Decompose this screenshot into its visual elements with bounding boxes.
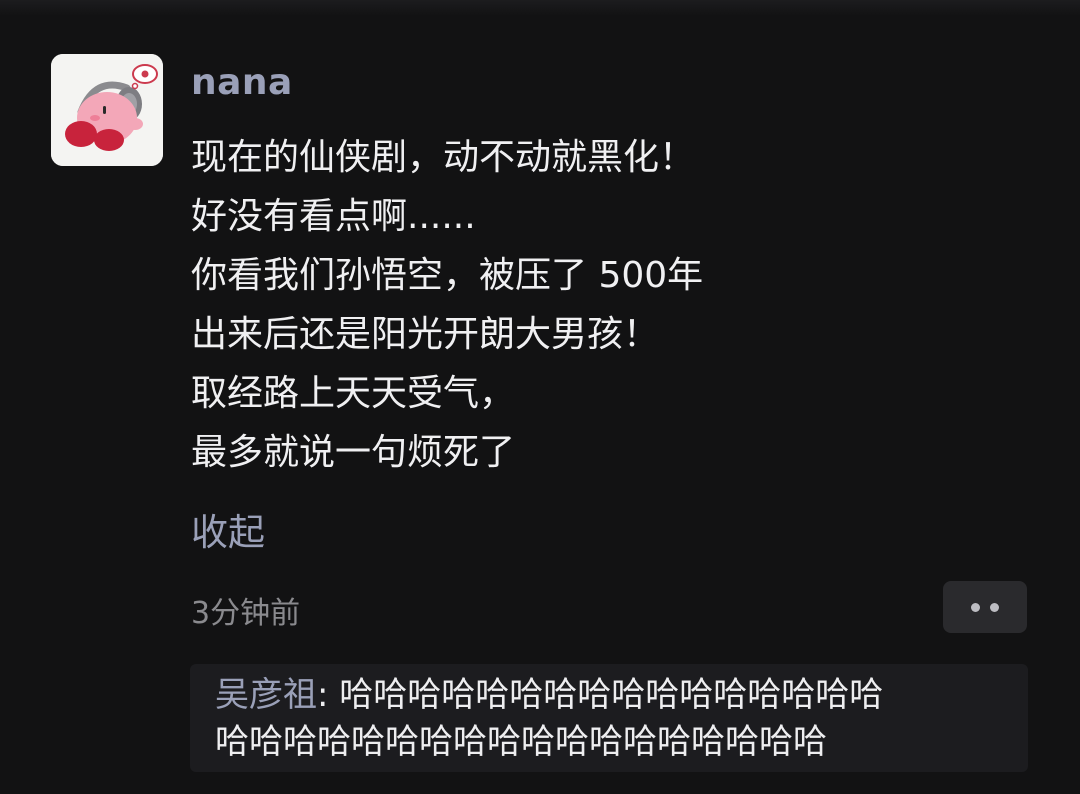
more-dots-icon [990, 602, 999, 612]
username[interactable]: nana [191, 62, 293, 103]
kirby-avatar-icon [51, 54, 163, 166]
more-dots-icon [971, 602, 980, 612]
comment-line: 好没有看点啊...... [191, 196, 476, 237]
reply-author[interactable]: 吴彦祖 [215, 675, 317, 715]
collapse-link[interactable]: 收起 [191, 502, 265, 556]
user-avatar[interactable] [51, 54, 163, 166]
comment-content: 现在的仙侠剧，动不动就黑化！ 好没有看点啊...... 你看我们孙悟空，被压了 … [191, 128, 1051, 482]
comment-line: 取经路上天天受气， [191, 373, 516, 414]
top-edge [0, 0, 1080, 16]
reply-line-2: 哈哈哈哈哈哈哈哈哈哈哈哈哈哈哈哈哈哈 [215, 719, 1006, 766]
more-options-button[interactable] [943, 581, 1027, 633]
reply-line-1: 吴彦祖: 哈哈哈哈哈哈哈哈哈哈哈哈哈哈哈哈 [215, 672, 1006, 719]
comment-line: 出来后还是阳光开朗大男孩！ [191, 314, 660, 355]
comment-line: 现在的仙侠剧，动不动就黑化！ [191, 137, 696, 178]
timestamp: 3分钟前 [191, 596, 301, 631]
reply-text: 哈哈哈哈哈哈哈哈哈哈哈哈哈哈哈哈哈哈 [215, 722, 827, 762]
comment-line: 你看我们孙悟空，被压了 500年 [191, 255, 704, 296]
comment-line: 最多就说一句烦死了 [191, 432, 516, 473]
reply-separator: : [317, 675, 340, 715]
reply-text: 哈哈哈哈哈哈哈哈哈哈哈哈哈哈哈哈 [339, 675, 884, 715]
reply-box[interactable]: 吴彦祖: 哈哈哈哈哈哈哈哈哈哈哈哈哈哈哈哈 哈哈哈哈哈哈哈哈哈哈哈哈哈哈哈哈哈哈 [190, 664, 1028, 772]
